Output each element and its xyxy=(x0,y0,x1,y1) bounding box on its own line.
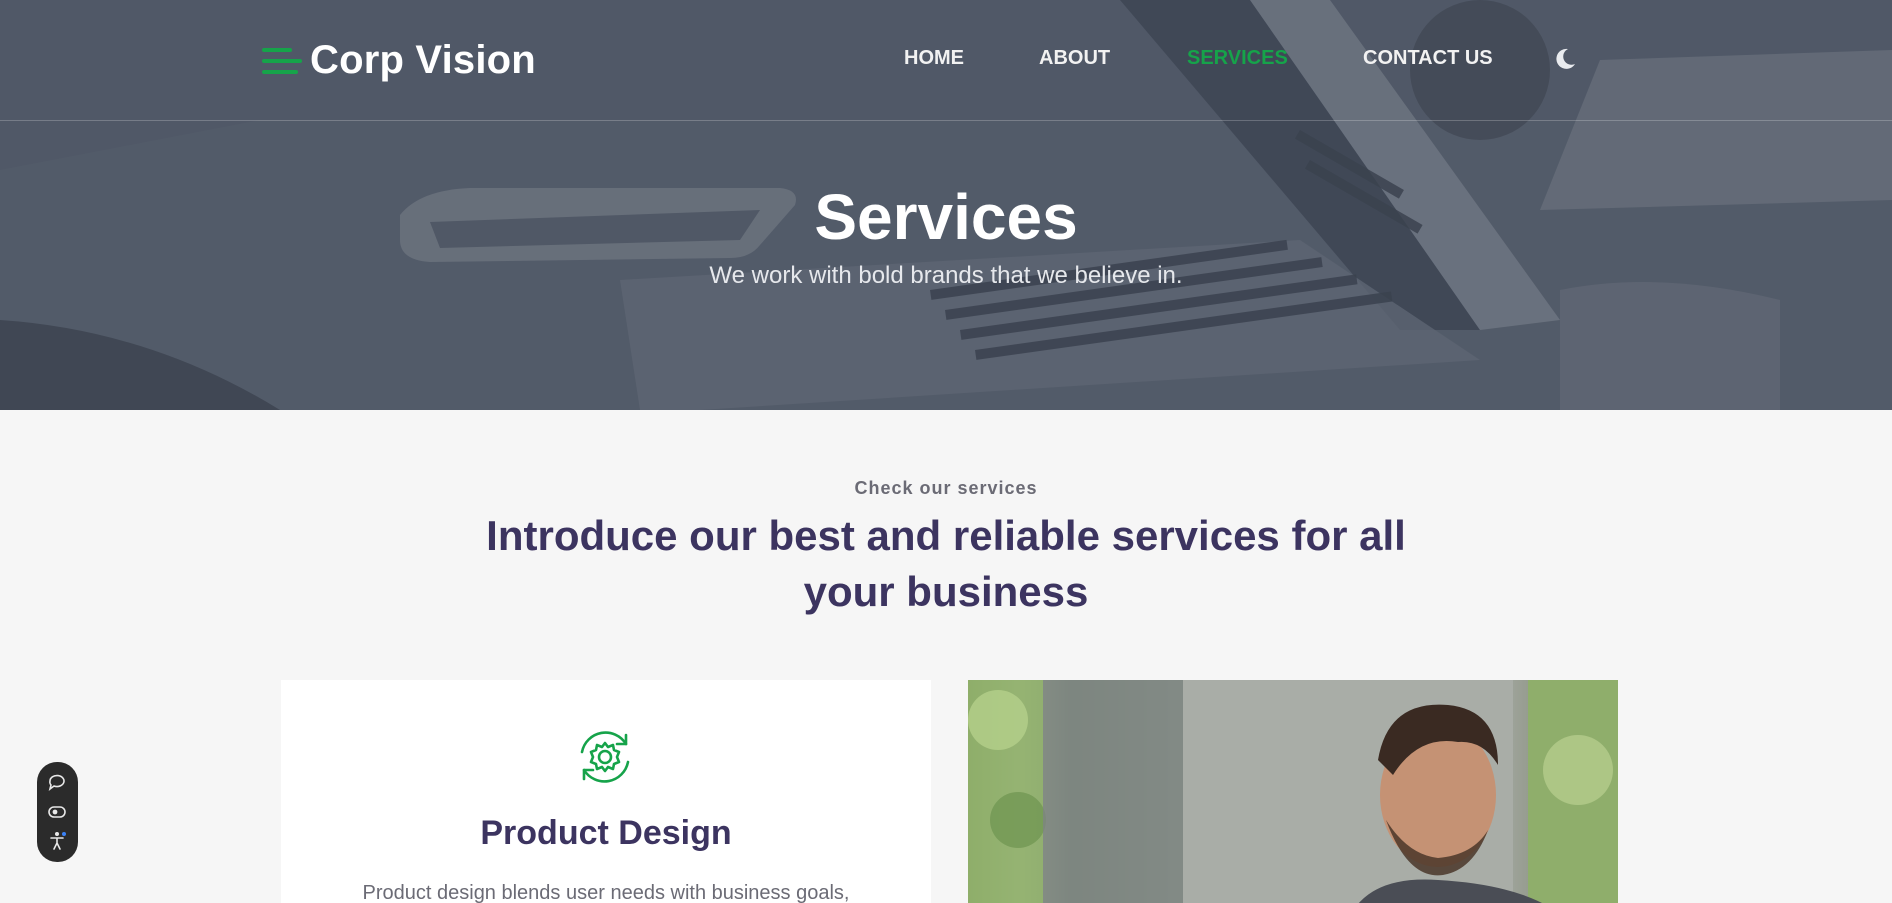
site-header: Corp Vision HOME ABOUT SERVICES CONTACT … xyxy=(0,0,1892,121)
eye-icon[interactable] xyxy=(46,801,68,823)
chat-icon[interactable] xyxy=(46,772,68,794)
moon-icon[interactable] xyxy=(1552,46,1578,72)
section-eyebrow: Check our services xyxy=(854,478,1038,498)
service-photo xyxy=(968,680,1618,903)
page-subtitle: We work with bold brands that we believe… xyxy=(709,262,1183,289)
accessibility-widget xyxy=(37,762,78,862)
accessibility-icon[interactable] xyxy=(46,830,68,852)
service-card-title: Product Design xyxy=(480,814,732,852)
hero-banner: Corp Vision HOME ABOUT SERVICES CONTACT … xyxy=(0,0,1892,410)
nav-contact-us[interactable]: CONTACT US xyxy=(1363,47,1493,70)
person-photo-illustration xyxy=(968,680,1618,903)
nav-about[interactable]: ABOUT xyxy=(1039,47,1110,70)
nav-home[interactable]: HOME xyxy=(904,47,964,70)
service-card[interactable] xyxy=(281,680,931,903)
nav-services[interactable]: SERVICES xyxy=(1187,47,1288,70)
main-nav: HOME ABOUT SERVICES CONTACT US xyxy=(0,47,1892,71)
page-title: Services xyxy=(814,181,1078,253)
section-title: Introduce our best and reliable services… xyxy=(486,512,1406,615)
service-card-text: Product design blends user needs with bu… xyxy=(362,882,850,903)
gear-cycle-icon xyxy=(580,731,630,783)
